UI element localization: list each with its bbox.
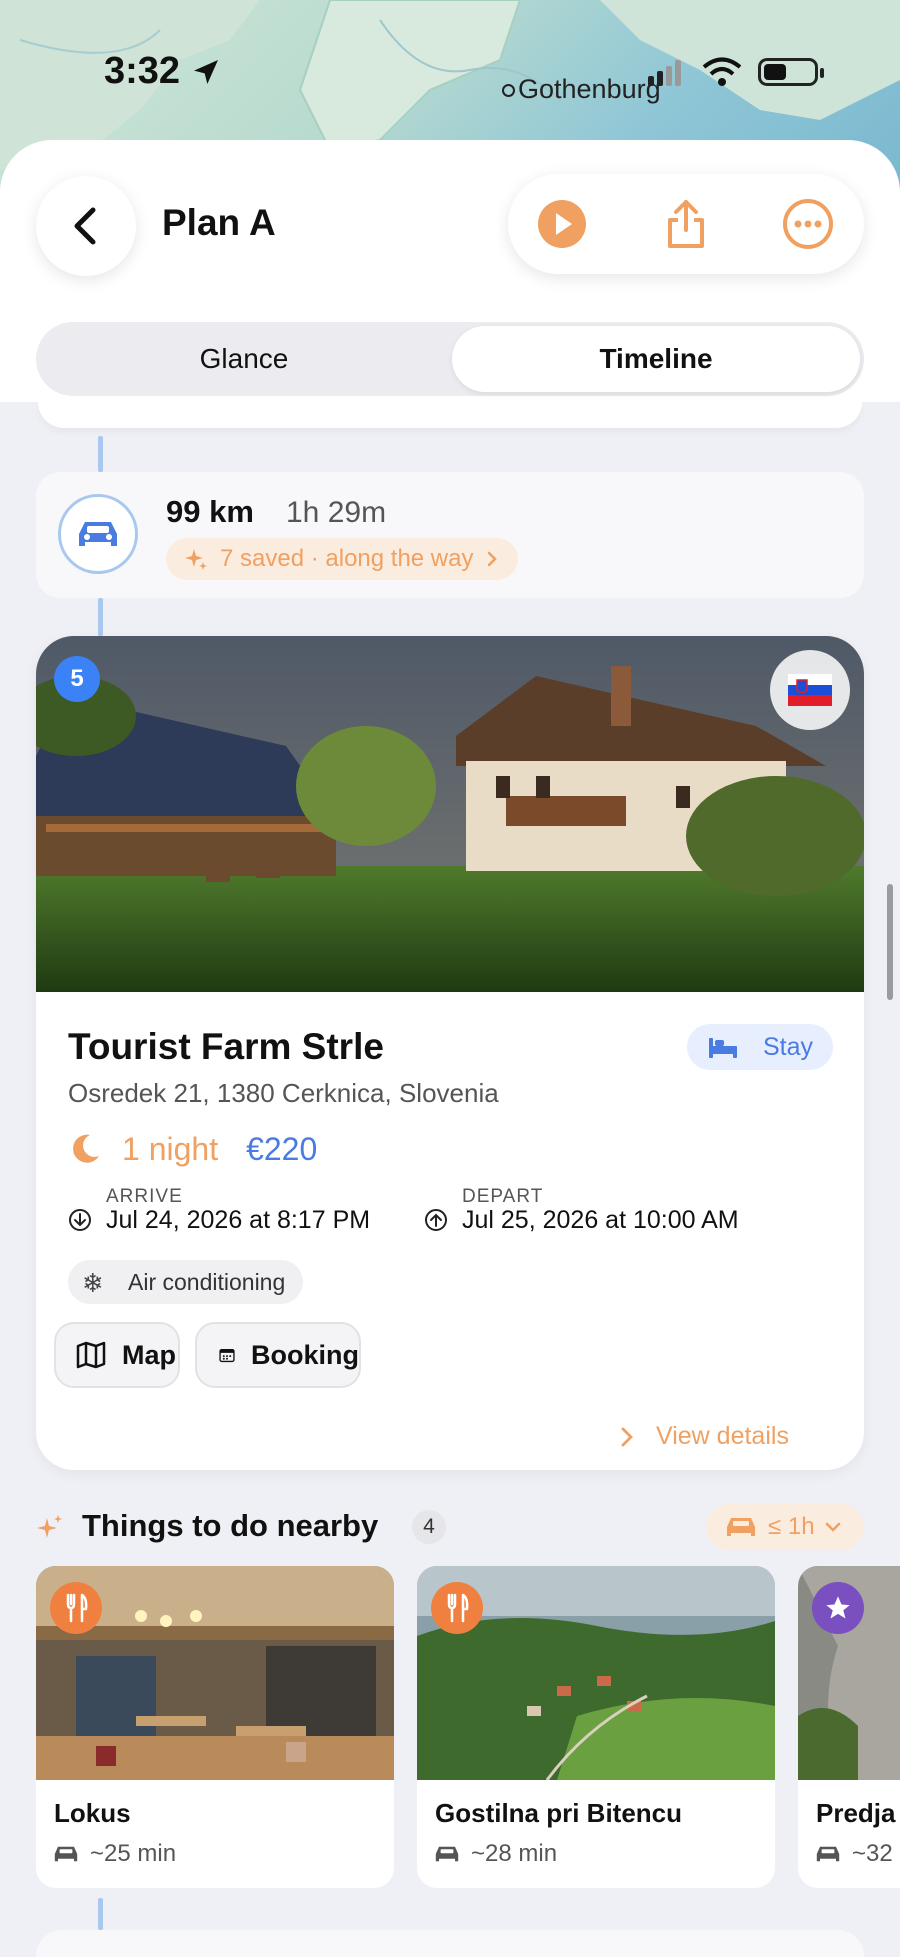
arrive-value: Jul 24, 2026 at 8:17 PM — [106, 1206, 371, 1234]
more-button[interactable] — [782, 198, 834, 250]
nearby-card[interactable]: Lokus ~25 min — [36, 1566, 394, 1888]
view-details-label: View details — [656, 1422, 789, 1450]
location-arrow-icon — [190, 56, 222, 93]
moon-icon — [73, 1134, 99, 1163]
nearby-card[interactable]: Gostilna pri Bitencu ~28 min — [417, 1566, 775, 1888]
travel-distance: 99 km — [166, 494, 254, 529]
nearby-drive-time-label: ~28 min — [471, 1840, 558, 1867]
travel-segment[interactable]: 99 km 1h 29m 7 saved · along the way — [36, 472, 864, 598]
tab-timeline[interactable]: Timeline — [452, 326, 860, 392]
calendar-icon — [219, 1349, 235, 1363]
sparkle-icon — [185, 549, 207, 570]
nearby-drive-time: ~28 min — [435, 1840, 557, 1868]
signal-icon — [648, 60, 684, 91]
travel-duration: 1h 29m — [286, 496, 387, 529]
snowflake-icon: ❄ — [82, 1268, 104, 1298]
car-icon — [435, 1846, 459, 1862]
stay-photo: 5 — [36, 636, 864, 992]
back-button[interactable] — [36, 176, 136, 276]
travel-time-filter[interactable]: ≤ 1h — [706, 1504, 864, 1550]
nearby-drive-time: ~32 — [816, 1840, 893, 1868]
battery-icon — [758, 58, 824, 86]
map-icon — [76, 1341, 106, 1369]
status-bar: 3:32 Gothenburg — [0, 0, 900, 140]
stay-card[interactable]: 5 Tourist Farm Strle Stay Osredek 21, 13… — [36, 636, 864, 1470]
nearby-header: Things to do nearby 4 ≤ 1h — [36, 1504, 864, 1554]
tab-glance[interactable]: Glance — [40, 326, 448, 392]
scrollbar[interactable] — [887, 884, 893, 1000]
stop-number-badge: 5 — [54, 656, 100, 702]
timeline-connector — [98, 436, 103, 472]
nearby-card[interactable]: Predja ~32 — [798, 1566, 900, 1888]
nights-count: 1 night — [122, 1130, 219, 1167]
booking-button-label: Booking — [251, 1339, 359, 1370]
car-icon — [727, 1518, 755, 1536]
map-button-label: Map — [122, 1339, 176, 1370]
share-button[interactable] — [660, 198, 712, 250]
travel-time-filter-label: ≤ 1h — [768, 1513, 815, 1540]
restaurant-icon — [50, 1582, 102, 1634]
view-segmented-control: Glance Timeline — [36, 322, 864, 396]
nearby-drive-time-label: ~32 — [852, 1840, 893, 1867]
nearby-name: Lokus — [54, 1798, 131, 1828]
stay-price: €220 — [246, 1130, 318, 1167]
nearby-drive-time-label: ~25 min — [90, 1840, 177, 1867]
depart-icon — [425, 1209, 447, 1231]
chevron-right-icon — [621, 1427, 633, 1446]
car-icon — [58, 494, 138, 574]
timeline-connector — [98, 598, 103, 636]
arrive-label: ARRIVE — [106, 1186, 183, 1207]
depart-value: Jul 25, 2026 at 10:00 AM — [462, 1206, 739, 1234]
share-icon — [668, 200, 704, 248]
wifi-icon — [702, 56, 742, 93]
chevron-right-icon — [487, 551, 497, 567]
star-icon — [812, 1582, 864, 1634]
depart-label: DEPART — [462, 1186, 544, 1207]
booking-button[interactable]: Booking — [195, 1322, 361, 1388]
stay-type-label: Stay — [762, 1032, 813, 1061]
amenity-chip: ❄ Air conditioning — [68, 1260, 304, 1304]
restaurant-icon — [431, 1582, 483, 1634]
slovenia-flag-icon — [770, 650, 850, 730]
status-time: 3:32 — [104, 50, 181, 92]
stay-address: Osredek 21, 1380 Cerknica, Slovenia — [68, 1078, 499, 1108]
car-icon — [816, 1846, 840, 1862]
nearby-count-badge: 4 — [412, 1510, 446, 1544]
play-icon — [538, 200, 586, 248]
timeline-connector — [98, 1898, 103, 1930]
stay-name: Tourist Farm Strle — [68, 1026, 384, 1067]
more-icon — [783, 199, 833, 249]
next-card — [36, 1930, 864, 1957]
nearby-title: Things to do nearby — [82, 1508, 379, 1543]
map-button[interactable]: Map — [54, 1322, 180, 1388]
nearby-drive-time: ~25 min — [54, 1840, 176, 1868]
sparkle-icon — [37, 1515, 62, 1538]
location-label: Gothenburg — [502, 74, 661, 104]
chevron-down-icon — [825, 1522, 840, 1532]
nearby-name: Predja — [816, 1798, 896, 1828]
bed-icon — [709, 1038, 737, 1058]
view-details-link[interactable]: View details — [620, 1422, 789, 1451]
saved-along-way-label: 7 saved · along the way — [220, 545, 474, 572]
page-title: Plan A — [162, 202, 276, 243]
car-icon — [54, 1846, 78, 1862]
nearby-name: Gostilna pri Bitencu — [435, 1798, 683, 1828]
play-button[interactable] — [536, 198, 588, 250]
previous-card — [38, 402, 862, 428]
action-toolbar — [508, 174, 864, 274]
stay-nights-row: 1 night €220 — [68, 1126, 317, 1172]
stay-type-badge: Stay — [687, 1024, 833, 1070]
arrive-icon — [69, 1209, 91, 1231]
amenity-label: Air conditioning — [128, 1268, 286, 1295]
chevron-left-icon — [74, 207, 96, 245]
saved-along-way-pill[interactable]: 7 saved · along the way — [166, 538, 518, 580]
